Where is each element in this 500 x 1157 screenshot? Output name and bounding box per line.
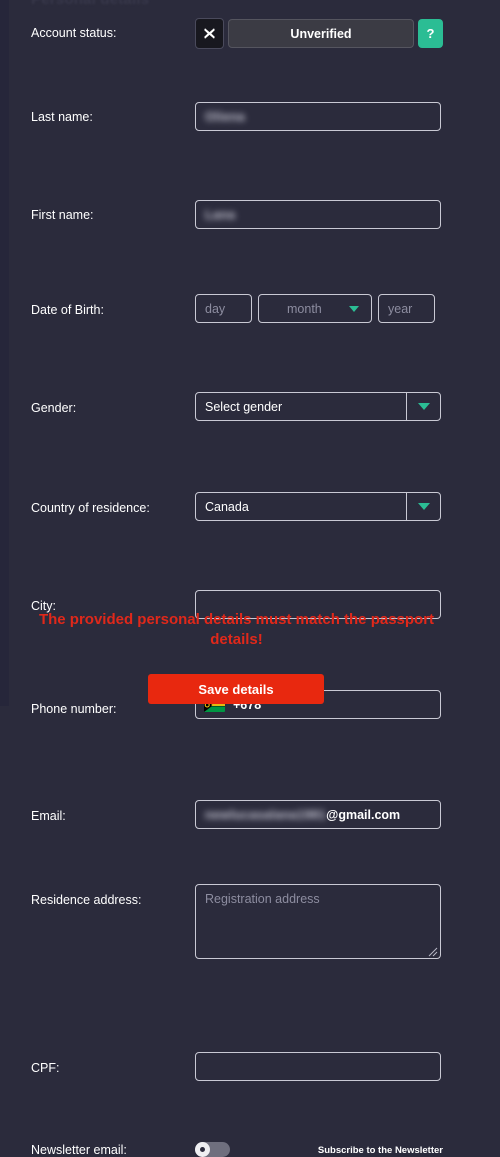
toggle-knob <box>195 1142 210 1157</box>
email-control: newlucasalana1981 @gmail.com <box>195 800 441 829</box>
first-name-value: Lana <box>205 207 236 222</box>
country-dropdown-arrow[interactable] <box>406 493 440 520</box>
chevron-down-icon <box>349 305 359 312</box>
section-heading: Personal details <box>31 0 149 8</box>
gender-select[interactable]: Select gender <box>195 392 441 421</box>
subscribe-newsletter-link[interactable]: Subscribe to the Newsletter <box>318 1145 443 1156</box>
gender-value: Select gender <box>205 399 283 414</box>
left-edge-strip <box>0 0 9 706</box>
newsletter-label: Newsletter email: <box>31 1143 127 1157</box>
country-control: Canada <box>195 492 441 521</box>
dob-day-input[interactable]: day <box>195 294 252 323</box>
first-name-label: First name: <box>31 208 94 222</box>
phone-label: Phone number: <box>31 702 117 716</box>
last-name-label: Last name: <box>31 110 93 124</box>
email-input[interactable]: newlucasalana1981 @gmail.com <box>195 800 441 829</box>
dob-year-placeholder: year <box>388 301 413 316</box>
dob-month-select[interactable]: month <box>258 294 372 323</box>
chevron-down-icon <box>417 403 430 410</box>
last-name-value: Oliena <box>205 109 246 124</box>
date-of-birth-control: day month year <box>195 294 435 323</box>
cpf-control <box>195 1052 441 1081</box>
resize-handle-icon[interactable] <box>428 946 438 957</box>
gender-dropdown-arrow[interactable] <box>406 393 440 420</box>
cpf-input[interactable] <box>195 1052 441 1081</box>
country-label: Country of residence: <box>31 501 150 515</box>
close-x-icon <box>195 18 224 49</box>
chevron-down-icon <box>417 503 430 510</box>
residence-address-control: Registration address <box>195 884 441 959</box>
personal-details-form-page: Personal details Account status: Unverif… <box>0 0 500 1157</box>
first-name-input[interactable]: Lana <box>195 200 441 229</box>
residence-address-textarea[interactable]: Registration address <box>195 884 441 959</box>
first-name-control: Lana <box>195 200 441 229</box>
residence-address-label: Residence address: <box>31 893 142 907</box>
account-status-value: Unverified <box>228 19 414 48</box>
passport-match-warning: The provided personal details must match… <box>38 611 435 649</box>
save-details-button[interactable]: Save details <box>148 674 324 704</box>
email-local-part: newlucasalana1981 <box>205 807 327 822</box>
dob-year-input[interactable]: year <box>378 294 435 323</box>
last-name-input[interactable]: Oliena <box>195 102 441 131</box>
account-status-label: Account status: <box>31 26 117 40</box>
dob-day-placeholder: day <box>205 301 226 316</box>
gender-label: Gender: <box>31 401 77 415</box>
gender-control: Select gender <box>195 392 441 421</box>
last-name-control: Oliena <box>195 102 441 131</box>
email-label: Email: <box>31 809 66 823</box>
country-select[interactable]: Canada <box>195 492 441 521</box>
newsletter-toggle[interactable] <box>195 1142 230 1157</box>
cpf-label: CPF: <box>31 1061 60 1075</box>
account-status-help-button[interactable]: ? <box>418 19 443 48</box>
residence-address-placeholder: Registration address <box>205 892 320 906</box>
email-domain: @gmail.com <box>326 807 401 822</box>
newsletter-control <box>195 1142 230 1157</box>
country-value: Canada <box>205 499 249 514</box>
dob-month-placeholder: month <box>287 301 322 316</box>
date-of-birth-label: Date of Birth: <box>31 303 104 317</box>
account-status-control: Unverified ? <box>195 18 443 49</box>
